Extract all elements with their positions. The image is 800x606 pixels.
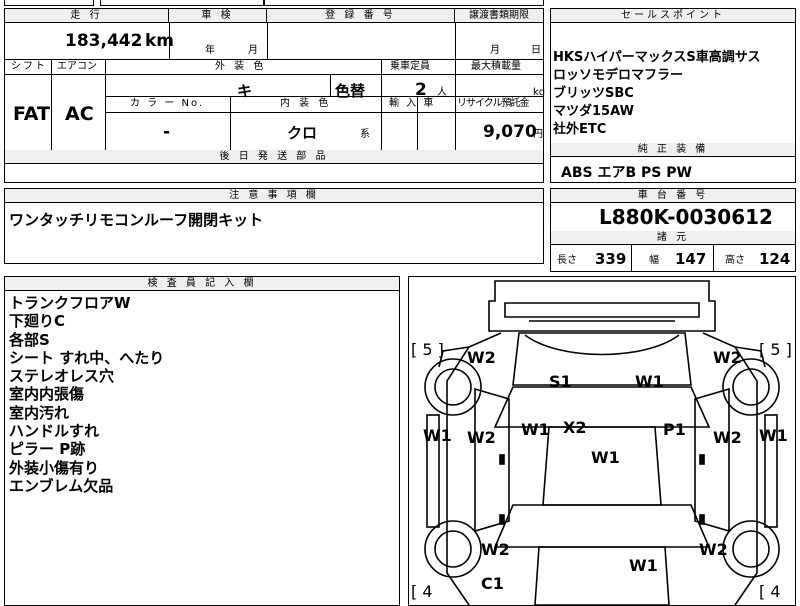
damage-mark: W1 [591, 448, 620, 467]
damage-mark: X2 [563, 418, 587, 437]
height-label: 高さ [725, 255, 745, 266]
inspection-header: 車 検 [169, 9, 267, 23]
shift-header: シフト [11, 61, 47, 72]
sales-point-text: HKSハイパーマックスS車高調サス ロッソモデロマフラー ブリッツSBC マツダ… [553, 49, 761, 139]
tire-left-rear-label: [ 4 [411, 582, 433, 601]
inspector-header: 検 査 員 記 入 欄 [5, 277, 399, 291]
width-label: 幅 [649, 255, 659, 266]
damage-mark: W1 [759, 426, 788, 445]
interior-color-header: 内 装 色 [280, 98, 332, 109]
damage-mark: W2 [699, 540, 728, 559]
genuine-equipment-value: ABS エアB PS PW [561, 165, 692, 181]
damage-mark: W2 [467, 428, 496, 447]
top-strip-cell [4, 0, 94, 6]
aircon-value: AC [65, 103, 94, 125]
sales-point-line: HKSハイパーマックスS車高調サス [553, 50, 761, 65]
genuine-equipment-header: 純 正 装 備 [551, 143, 795, 157]
color-change-label: 色替 [335, 82, 366, 100]
recycle-unit: 円 [533, 129, 543, 140]
length-label: 長さ [557, 255, 577, 266]
notes-header: 注 意 事 項 欄 [5, 189, 543, 203]
tire-right-front-label: [ 5 ] [759, 340, 792, 359]
top-strip-cell [100, 0, 264, 6]
interior-color-value: クロ [287, 124, 318, 142]
damage-mark: W1 [635, 372, 664, 391]
exterior-color-value: キ [237, 82, 253, 100]
color-no-value: - [163, 122, 171, 142]
mileage-unit: km [145, 31, 175, 51]
shift-value: FAT [13, 103, 50, 125]
inspector-line: 室内内張傷 [9, 385, 85, 404]
import-header: 輸 入 車 [389, 98, 436, 109]
inspection-year-label: 年 [205, 45, 215, 56]
damage-mark: C1 [481, 574, 504, 593]
transfer-deadline-header: 譲渡書類期限 [455, 9, 543, 23]
mileage-header: 走 行 [5, 9, 169, 23]
inspector-box: 検 査 員 記 入 欄 トランクフロアW 下廻りC 各部S シート すれ中、へた… [4, 276, 400, 606]
later-parts-header: 後 日 発 送 部 品 [5, 150, 543, 164]
sales-point-line: 社外ETC [553, 122, 607, 137]
registration-header: 登 録 番 号 [267, 9, 455, 23]
max-load-unit: kg [533, 87, 546, 98]
damage-mark: W2 [481, 540, 510, 559]
length-value: 339 [595, 250, 627, 268]
chassis-no-value: L880K-0030612 [599, 205, 773, 229]
inspector-line: ステレオレス穴 [9, 367, 115, 386]
damage-mark: W1 [423, 426, 452, 445]
inspector-notes: トランクフロアW 下廻りC 各部S シート すれ中、へたり ステレオレス穴 室内… [9, 294, 164, 495]
width-value: 147 [675, 250, 707, 268]
sales-point-header: セールスポイント [551, 9, 795, 23]
max-load-header: 最大積載量 [471, 61, 521, 72]
color-no-header: カ ラ ー No. [130, 98, 205, 109]
height-value: 124 [759, 250, 791, 268]
main-info-grid: 走 行 車 検 登 録 番 号 譲渡書類期限 183,442 km 年 月 月 … [4, 8, 546, 183]
exterior-color-header: 外 装 色 [215, 61, 267, 72]
inspector-line: ピラー P跡 [9, 440, 86, 459]
capacity-header: 乗車定員 [390, 61, 430, 72]
inspector-line: 室内汚れ [9, 403, 70, 422]
inspector-line: 外装小傷有り [9, 458, 100, 477]
inspector-line: エンブレム欠品 [9, 476, 114, 495]
tire-left-front-label: [ 5 ] [411, 340, 444, 359]
tire-right-rear-label: [ 4 [759, 582, 781, 601]
transfer-day-label: 日 [531, 45, 541, 56]
damage-mark: P1 [663, 420, 686, 439]
chassis-no-header: 車 台 番 号 [551, 189, 795, 203]
sales-point-line: マツダ15AW [553, 104, 634, 119]
inspector-line: シート すれ中、へたり [9, 348, 165, 367]
damage-mark: W2 [467, 348, 496, 367]
inspector-line: ハンドルすれ [9, 422, 100, 441]
mileage-value: 183,442 [65, 31, 143, 51]
notes-box: 注 意 事 項 欄 ワンタッチリモコンルーフ開閉キット [4, 188, 544, 264]
specs-header: 諸 元 [551, 231, 795, 245]
damage-mark: S1 [549, 372, 572, 391]
recycle-value: 9,070 [483, 122, 537, 142]
top-strip-cell [264, 0, 544, 6]
sales-point-line: ブリッツSBC [553, 86, 634, 101]
chassis-box: 車 台 番 号 L880K-0030612 諸 元 長さ 339 幅 147 高… [550, 188, 796, 272]
sales-point-line: ロッソモデロマフラー [553, 68, 684, 83]
capacity-value: 2 [415, 80, 427, 100]
damage-mark: W1 [521, 420, 550, 439]
inspection-month-label: 月 [248, 45, 258, 56]
transfer-month-label: 月 [490, 45, 500, 56]
capacity-unit: 人 [437, 87, 447, 98]
inspector-line: 下廻りC [9, 312, 66, 331]
inspector-line: 各部S [9, 330, 50, 349]
damage-mark: W2 [713, 348, 742, 367]
damage-mark: W2 [713, 428, 742, 447]
interior-color-suffix: 系 [360, 129, 370, 140]
recycle-header: リサイクル預託金 [457, 98, 529, 109]
inspector-line: トランクフロアW [9, 294, 131, 312]
car-diagram-box: [ 5 ] [ 5 ] [ 4 [ 4 W2 W2 S1 W1 W1 W2 W1… [408, 276, 796, 606]
sales-point-box: セールスポイント HKSハイパーマックスS車高調サス ロッソモデロマフラー ブリ… [550, 8, 796, 183]
notes-value: ワンタッチリモコンルーフ開閉キット [9, 211, 264, 229]
damage-mark: W1 [629, 556, 658, 575]
aircon-header: エアコン [57, 61, 97, 72]
